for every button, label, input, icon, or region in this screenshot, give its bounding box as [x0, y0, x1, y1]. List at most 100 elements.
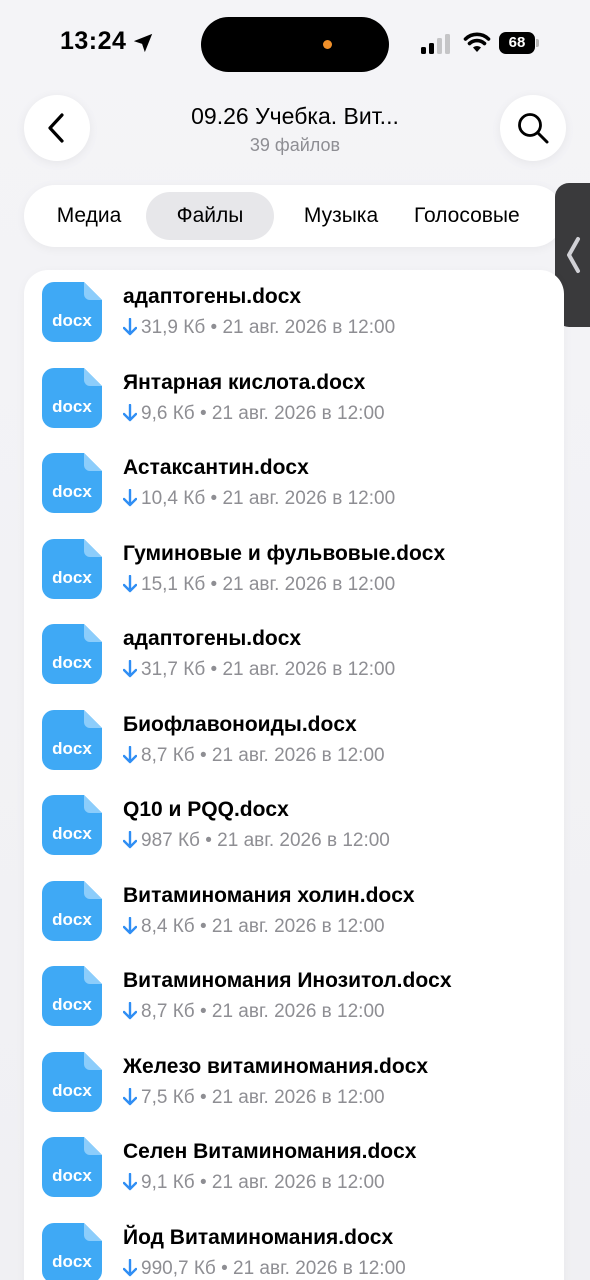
chevron-left-icon [567, 237, 580, 273]
file-meta: 10,4 Кб • 21 авг. 2026 в 12:00 [123, 488, 395, 510]
file-name: Селен Витаминомания.docx [123, 1140, 417, 1163]
file-size: 9,1 Кб [141, 1172, 195, 1193]
meta-separator: • [199, 745, 207, 766]
location-arrow-icon [133, 33, 153, 53]
download-arrow-icon[interactable] [123, 489, 137, 507]
file-type-label: docx [52, 653, 92, 672]
file-row[interactable]: docx Селен Витаминомания.docx 9,1 Кб • 21 … [24, 1125, 564, 1211]
file-name: Янтарная кислота.docx [123, 371, 366, 394]
meta-separator: • [199, 1087, 207, 1108]
file-meta: 9,6 Кб • 21 авг. 2026 в 12:00 [123, 403, 385, 425]
file-name: Витаминомания холин.docx [123, 884, 415, 907]
download-arrow-icon[interactable] [123, 575, 137, 593]
file-row[interactable]: docx Железо витаминомания.docx 7,5 Кб • 21… [24, 1040, 564, 1126]
meta-separator: • [210, 574, 218, 595]
back-button[interactable] [24, 95, 90, 161]
file-row[interactable]: docx Астаксантин.docx 10,4 Кб • 21 авг. 20… [24, 441, 564, 527]
download-arrow-icon[interactable] [123, 1173, 137, 1191]
chevron-left-icon [48, 113, 64, 143]
meta-separator: • [199, 916, 207, 937]
file-size: 7,5 Кб [141, 1087, 195, 1108]
file-type-label: docx [52, 910, 92, 929]
tab-media[interactable]: Медиа [30, 192, 148, 240]
download-arrow-icon[interactable] [123, 404, 137, 422]
file-name: Йод Витаминомания.docx [123, 1226, 394, 1249]
status-time: 13:24 [60, 27, 127, 55]
status-bar: 13:24 68 [0, 0, 590, 90]
file-type-label: docx [52, 1252, 92, 1271]
download-arrow-icon[interactable] [123, 746, 137, 764]
file-size: 31,7 Кб [141, 659, 206, 680]
meta-separator: • [199, 403, 207, 424]
tab-music[interactable]: Музыка [280, 192, 402, 240]
docx-file-icon: docx [42, 1137, 102, 1197]
privacy-indicator-dot [323, 40, 332, 49]
file-size: 9,6 Кб [141, 403, 195, 424]
download-arrow-icon[interactable] [123, 660, 137, 678]
dynamic-island [201, 17, 389, 72]
file-name: адаптогены.docx [123, 285, 302, 308]
download-arrow-icon[interactable] [123, 318, 137, 336]
docx-file-icon: docx [42, 368, 102, 428]
tab-voice[interactable]: Голосовые [414, 192, 564, 240]
file-date: 21 авг. 2026 в 12:00 [211, 403, 385, 424]
download-arrow-icon[interactable] [123, 831, 137, 849]
file-row[interactable]: docx Витаминомания холин.docx 8,4 Кб • 21 … [24, 869, 564, 955]
tab-files[interactable]: Файлы [146, 192, 274, 240]
file-type-label: docx [52, 739, 92, 758]
file-date: 21 авг. 2026 в 12:00 [211, 1172, 385, 1193]
telegram-shared-files-screen: 13:24 68 09.26 Учебка. Вит... 39 файлов … [0, 0, 590, 1280]
file-meta: 990,7 Кб • 21 авг. 2026 в 12:00 [123, 1258, 406, 1280]
file-date: 21 авг. 2026 в 12:00 [222, 317, 396, 338]
download-arrow-icon[interactable] [123, 1088, 137, 1106]
battery-cap [536, 39, 539, 47]
file-name: Витаминомания Инозитол.docx [123, 969, 452, 992]
meta-separator: • [210, 659, 218, 680]
file-meta: 9,1 Кб • 21 авг. 2026 в 12:00 [123, 1172, 385, 1194]
file-row[interactable]: docx адаптогены.docx 31,7 Кб • 21 авг. 202… [24, 612, 564, 698]
file-size: 8,7 Кб [141, 1001, 195, 1022]
download-arrow-icon[interactable] [123, 917, 137, 935]
file-row[interactable]: docx Q10 и PQQ.docx 987 Кб • 21 авг. 2026 … [24, 783, 564, 869]
docx-file-icon: docx [42, 624, 102, 684]
file-size: 31,9 Кб [141, 317, 206, 338]
file-row[interactable]: docx Янтарная кислота.docx 9,6 Кб • 21 авг… [24, 356, 564, 442]
file-meta: 8,7 Кб • 21 авг. 2026 в 12:00 [123, 1001, 385, 1023]
file-meta: 7,5 Кб • 21 авг. 2026 в 12:00 [123, 1087, 385, 1109]
docx-file-icon: docx [42, 453, 102, 513]
file-type-label: docx [52, 397, 92, 416]
download-arrow-icon[interactable] [123, 1002, 137, 1020]
meta-separator: • [210, 488, 218, 509]
file-meta: 8,7 Кб • 21 авг. 2026 в 12:00 [123, 745, 385, 767]
file-date: 21 авг. 2026 в 12:00 [217, 830, 390, 851]
battery-level: 68 [499, 32, 535, 54]
search-button[interactable] [500, 95, 566, 161]
chat-title: 09.26 Учебка. Вит... [191, 103, 399, 129]
file-size: 10,4 Кб [141, 488, 206, 509]
media-type-tabs: Медиа Файлы Музыка Голосовые [24, 185, 564, 247]
file-row[interactable]: docx Гуминовые и фульвовые.docx 15,1 Кб • … [24, 527, 564, 613]
docx-file-icon: docx [42, 795, 102, 855]
meta-separator: • [221, 1258, 228, 1279]
file-name: Биофлавоноиды.docx [123, 713, 357, 736]
file-type-label: docx [52, 568, 92, 587]
file-date: 21 авг. 2026 в 12:00 [222, 488, 396, 509]
file-meta: 8,4 Кб • 21 авг. 2026 в 12:00 [123, 916, 385, 938]
file-list: docx адаптогены.docx 31,9 Кб • 21 авг. 202… [24, 270, 564, 1280]
meta-separator: • [205, 830, 212, 851]
file-size: 987 Кб [141, 830, 200, 851]
docx-file-icon: docx [42, 966, 102, 1026]
file-row[interactable]: docx Витаминомания Инозитол.docx 8,7 Кб • … [24, 954, 564, 1040]
file-row[interactable]: docx адаптогены.docx 31,9 Кб • 21 авг. 202… [24, 270, 564, 356]
file-date: 21 авг. 2026 в 12:00 [211, 1087, 385, 1108]
docx-file-icon: docx [42, 539, 102, 599]
file-date: 21 авг. 2026 в 12:00 [211, 1001, 385, 1022]
file-size: 990,7 Кб [141, 1258, 216, 1279]
docx-file-icon: docx [42, 1223, 102, 1280]
file-date: 21 авг. 2026 в 12:00 [211, 745, 385, 766]
download-arrow-icon[interactable] [123, 1259, 137, 1277]
file-row[interactable]: docx Биофлавоноиды.docx 8,7 Кб • 21 авг. 2… [24, 698, 564, 784]
file-row[interactable]: docx Йод Витаминомания.docx 990,7 Кб • 21 … [24, 1211, 564, 1280]
file-type-label: docx [52, 1081, 92, 1100]
docx-file-icon: docx [42, 710, 102, 770]
